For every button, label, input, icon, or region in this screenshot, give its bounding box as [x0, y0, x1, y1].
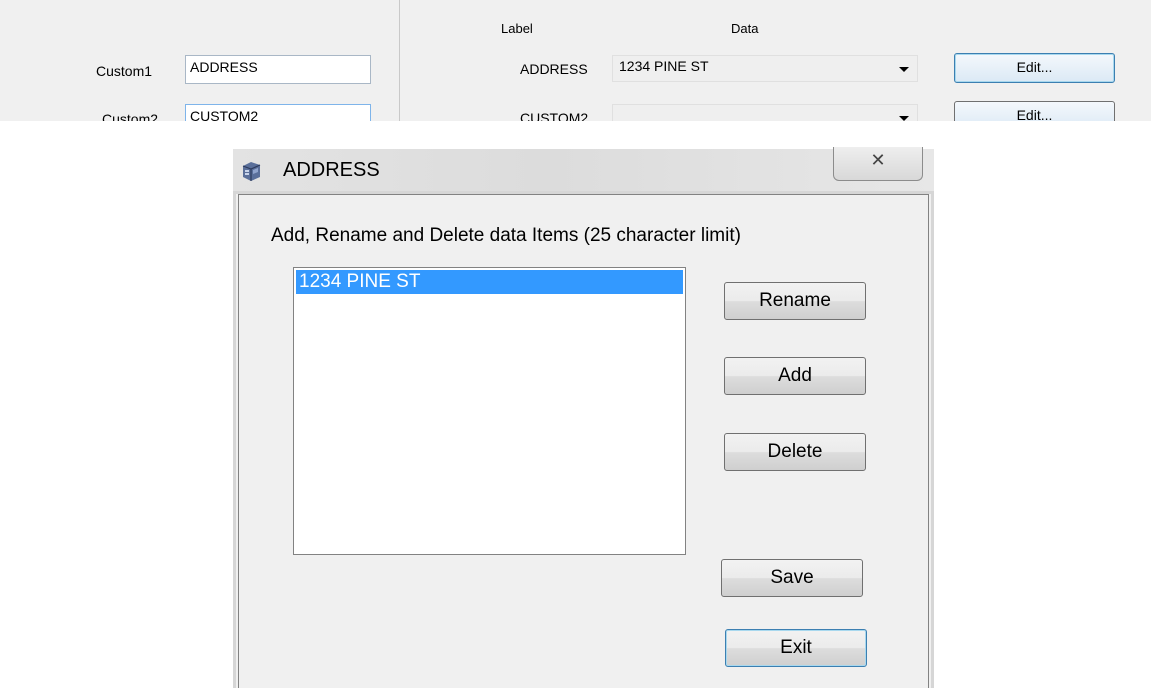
custom2-field[interactable]: CUSTOM2: [185, 104, 371, 121]
edit-address-button[interactable]: Edit...: [954, 53, 1115, 83]
data-column-header: Data: [731, 21, 759, 36]
rename-button[interactable]: Rename: [724, 282, 866, 320]
delete-button[interactable]: Delete: [724, 433, 866, 471]
custom2-label: Custom2: [102, 111, 159, 121]
chevron-down-icon[interactable]: [899, 67, 909, 72]
edit-custom2-button[interactable]: Edit...: [954, 101, 1115, 121]
exit-button[interactable]: Exit: [725, 629, 867, 667]
address-dialog: ADDRESS ✕ Add, Rename and Delete data It…: [233, 147, 934, 688]
save-button[interactable]: Save: [721, 559, 863, 597]
parent-form: Label Data Custom1 ADDRESS ADDRESS 1234 …: [0, 0, 1151, 121]
chevron-down-icon[interactable]: [899, 116, 909, 121]
label-column-header: Label: [501, 21, 533, 36]
data-label-address: ADDRESS: [520, 61, 588, 77]
add-button[interactable]: Add: [724, 357, 866, 395]
dialog-title: ADDRESS: [283, 159, 380, 181]
panel-divider: [399, 0, 400, 121]
list-item[interactable]: 1234 PINE ST: [296, 270, 683, 294]
close-icon[interactable]: ✕: [834, 150, 922, 171]
data-items-list[interactable]: 1234 PINE ST: [293, 267, 686, 555]
dialog-body: Add, Rename and Delete data Items (25 ch…: [233, 191, 934, 688]
custom1-field[interactable]: ADDRESS: [185, 55, 371, 84]
close-button[interactable]: ✕: [833, 147, 923, 181]
instructions-text: Add, Rename and Delete data Items (25 ch…: [271, 225, 741, 246]
address-data-combo[interactable]: 1234 PINE ST: [612, 55, 918, 82]
custom2-data-combo[interactable]: [612, 104, 918, 121]
address-data-value: 1234 PINE ST: [619, 58, 709, 74]
phone-book-icon: [239, 160, 263, 182]
dialog-titlebar[interactable]: ADDRESS ✕: [233, 147, 934, 191]
dialog-inner-frame: Add, Rename and Delete data Items (25 ch…: [238, 194, 929, 688]
data-label-custom2: CUSTOM2: [520, 110, 589, 121]
custom1-label: Custom1: [96, 63, 153, 79]
